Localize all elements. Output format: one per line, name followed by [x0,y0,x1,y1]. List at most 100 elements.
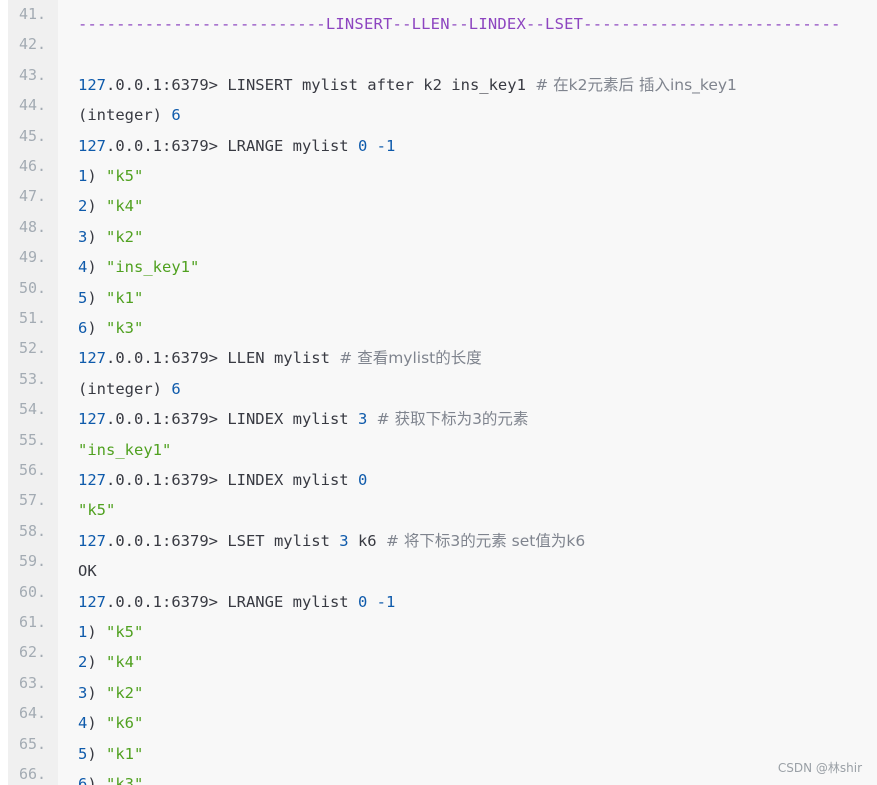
line-number-gutter: 41. 42. 43. 44. 45. 46. 47. 48. 49. 50. 51. 52. 53. 5… [8,0,58,785]
code-token-txt: .0.0.1:6379> LRANGE mylist [106,592,358,611]
code-token-num: -1 [376,592,396,611]
code-token-num: 3 [78,683,88,702]
code-token-txt: ) [87,227,107,246]
code-token-num: 1 [78,167,88,185]
code-token-txt: ) [87,683,107,702]
line-number: 43. [19,65,47,84]
code-token-txt: ) [87,623,107,641]
code-block: 41. 42. 43. 44. 45. 46. 47. 48. 49. 50. 51. 52. 53. 5… [8,0,877,785]
code-token-txt: ) [87,167,107,185]
code-line: 3) "k2" [78,683,143,703]
code-line: 1) "k5" [78,622,143,642]
line-number: 42. [19,35,47,54]
code-token-txt: (integer) [78,106,172,125]
code-token-cmt: # 将下标3的元素 set值为k6 [385,531,586,550]
line-number: 52. [19,339,47,358]
code-token-str: "k5" [106,623,144,641]
line-number: 48. [19,217,47,236]
code-token-str: "k1" [106,744,144,763]
watermark: CSDN @林shir [777,761,862,775]
code-token-txt: ) [87,714,107,733]
code-line: 4) "k6" [78,713,143,733]
code-token-num: 3 [357,410,368,429]
code-token-num: 3 [78,227,88,246]
code-line: 6) "k3" [78,774,143,785]
line-number: 66. [19,765,47,783]
code-token-str: "k3" [106,775,144,785]
code-token-cmt: # 查看mylist的长度 [339,349,482,368]
code-token-num: 0 [357,471,368,489]
line-number: 58. [19,521,47,540]
code-token-num: 1 [78,623,88,641]
code-line: 127.0.0.1:6379> LSET mylist 3 k6 # 将下标3的… [78,531,585,551]
code-token-num: 127 [78,75,106,94]
code-token-num: 3 [339,531,349,550]
code-token-num: 127 [78,349,106,368]
line-number: 61. [19,613,47,631]
code-token-num: 6 [78,319,88,337]
code-token-num: 0 [357,136,368,155]
code-line: 127.0.0.1:6379> LRANGE mylist 0 -1 [78,592,395,612]
code-token-num: 4 [78,258,88,277]
code-token-num: -1 [376,136,396,155]
code-token-cmt: # 在k2元素后 插入ins_key1 [535,75,737,94]
code-token-txt: .0.0.1:6379> LRANGE mylist [106,136,358,155]
code-line: OK [78,561,97,581]
code-token-txt: k6 [348,531,386,550]
line-number: 56. [19,461,47,479]
code-line: 127.0.0.1:6379> LINSERT mylist after k2 … [78,75,737,95]
code-content: --------------------------LINSERT--LLEN-… [78,0,877,785]
line-number: 57. [19,491,47,510]
code-token-dash: --------------------------LINSERT--LLEN-… [78,15,841,33]
code-line: 3) "k2" [78,227,143,247]
code-token-num: 2 [78,653,88,672]
code-token-str: "k5" [106,167,144,185]
code-token-str: "k6" [106,714,144,733]
code-token-txt: .0.0.1:6379> LINDEX mylist [106,471,358,489]
code-token-txt: .0.0.1:6379> LINSERT mylist after k2 ins… [106,75,536,94]
code-token-num: 0 [357,592,368,611]
code-token-txt: ) [87,258,107,277]
code-token-num: 5 [78,744,88,763]
code-token-str: "k2" [106,683,144,702]
code-token-txt: (integer) [78,379,172,398]
code-token-txt: .0.0.1:6379> LSET mylist [106,531,340,550]
code-token-num: 6 [78,775,88,785]
code-line: 4) "ins_key1" [78,257,199,277]
code-token-num: 6 [171,106,181,125]
line-number: 60. [19,582,47,601]
code-token-txt: ) [87,653,107,672]
code-token-str: "k5" [78,501,116,520]
code-token-num: 127 [78,592,106,611]
line-number: 64. [19,704,47,723]
code-token-txt: ) [87,197,107,216]
code-line: "ins_key1" [78,440,171,460]
line-number: 53. [19,369,47,388]
code-token-str: "ins_key1" [106,258,200,277]
line-number: 54. [19,400,47,419]
line-number: 47. [19,187,47,206]
code-line: 127.0.0.1:6379> LINDEX mylist 0 [78,470,367,490]
code-token-num: 4 [78,714,88,733]
code-token-cmt: # 获取下标为3的元素 [376,410,529,429]
code-line: (integer) 6 [78,379,181,399]
code-token-txt: OK [78,562,97,581]
line-number: 49. [19,248,47,267]
code-line: 2) "k4" [78,196,143,216]
code-token-num: 6 [171,379,181,398]
code-token-num: 127 [78,471,106,489]
line-number: 59. [19,552,47,571]
code-line: 127.0.0.1:6379> LLEN mylist # 查看mylist的长… [78,348,482,368]
code-line: 2) "k4" [78,652,143,672]
code-token-num: 127 [78,136,106,155]
line-number: 51. [19,309,47,327]
code-line: 127.0.0.1:6379> LRANGE mylist 0 -1 [78,136,395,156]
code-token-txt: ) [87,319,107,337]
line-number: 65. [19,734,47,753]
line-number: 62. [19,643,47,662]
code-line: (integer) 6 [78,105,181,125]
code-token-str: "k4" [106,197,144,216]
line-number: 50. [19,278,47,297]
